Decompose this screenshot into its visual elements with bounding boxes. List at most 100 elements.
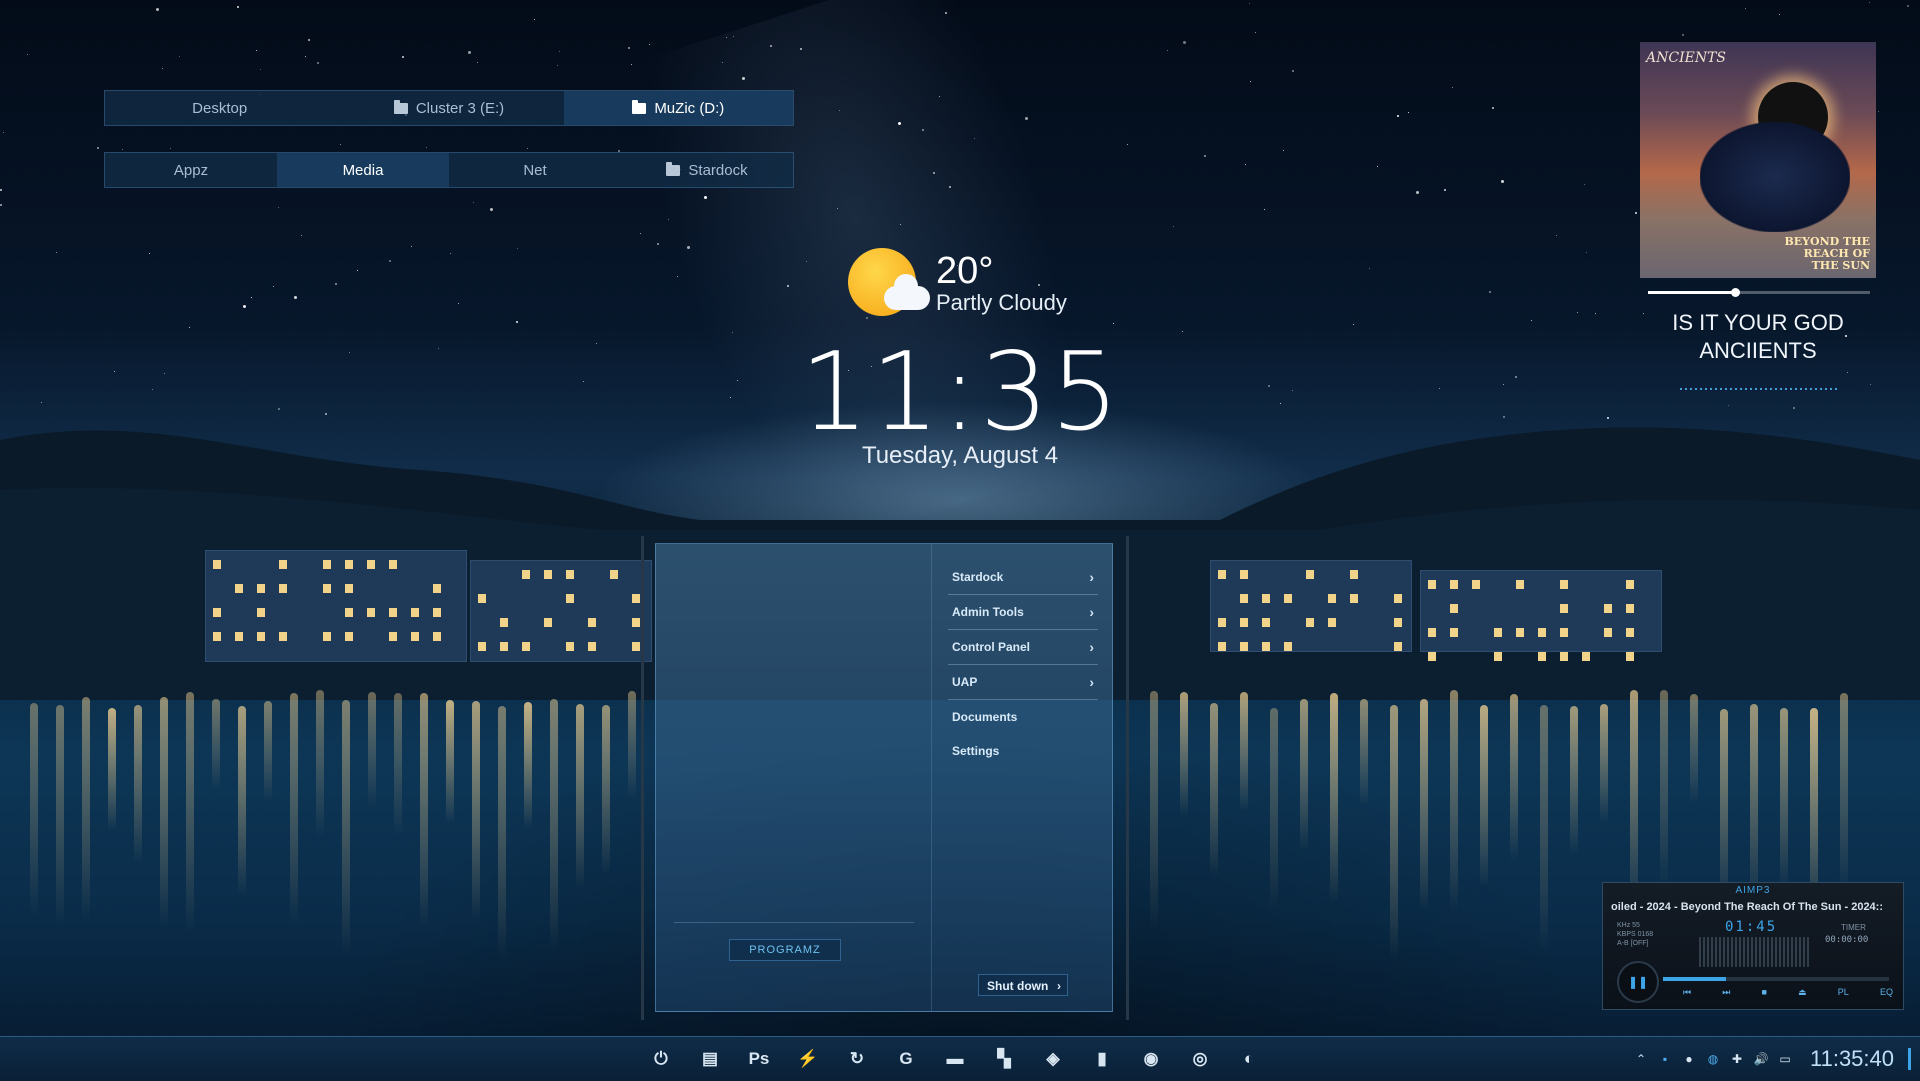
chrome-icon[interactable]: ◎ — [1189, 1048, 1211, 1070]
window-light — [323, 632, 331, 641]
menu-item[interactable]: Documents — [948, 700, 1098, 734]
photoshop-icon[interactable]: Ps — [748, 1048, 770, 1070]
aimp-control-button[interactable]: EQ — [1880, 987, 1893, 998]
window-light — [1604, 604, 1612, 613]
track-progress[interactable] — [1648, 288, 1870, 297]
menu-item[interactable]: Settings — [948, 734, 1098, 768]
aimp-control-button[interactable]: ⏭ — [1722, 987, 1730, 998]
window-light — [1262, 618, 1270, 627]
star — [1292, 390, 1293, 391]
star — [0, 189, 2, 191]
aimp-control-button[interactable]: PL — [1838, 987, 1849, 998]
window-light — [1450, 604, 1458, 613]
light-reflection — [1240, 692, 1248, 812]
star — [1595, 313, 1596, 314]
star — [402, 56, 404, 58]
light-reflection — [1180, 692, 1188, 816]
show-desktop-button[interactable] — [1908, 1048, 1911, 1070]
menu-item[interactable]: UAP › — [948, 665, 1098, 700]
refresh-icon[interactable]: ↻ — [846, 1048, 868, 1070]
light-reflection — [264, 701, 272, 802]
tab-label: Desktop — [192, 99, 248, 117]
menu-item-label: Stardock — [952, 570, 1004, 584]
category-tab[interactable]: Appz — [105, 153, 277, 187]
light-reflection — [1480, 705, 1488, 887]
power-icon[interactable]: ⏻ — [650, 1048, 672, 1070]
drive-tab[interactable]: Desktop — [105, 91, 334, 125]
light-reflection — [1690, 694, 1698, 804]
star — [1173, 226, 1174, 227]
taskbar-clock[interactable]: 11:35:40 — [1810, 1046, 1894, 1072]
light-reflection — [368, 692, 376, 808]
menu-item-label: Admin Tools — [952, 605, 1024, 619]
window-light — [1218, 570, 1226, 579]
album-band-text: ANCIENTS — [1646, 50, 1727, 66]
aimp-seek-bar[interactable] — [1663, 977, 1889, 981]
volume-icon[interactable]: 🔊 — [1754, 1052, 1769, 1066]
star — [1204, 155, 1206, 157]
star — [301, 235, 302, 236]
star — [1377, 166, 1378, 167]
track-progress-knob[interactable] — [1730, 288, 1740, 297]
star — [933, 172, 935, 174]
aimp-info-line: A-B [OFF] — [1617, 940, 1649, 947]
window-light — [1494, 628, 1502, 637]
tool-icon[interactable]: ◈ — [1042, 1048, 1064, 1070]
drive-tab[interactable]: Cluster 3 (E:) — [334, 91, 563, 125]
star — [1439, 388, 1440, 389]
star — [517, 248, 518, 249]
divider — [674, 922, 914, 923]
network-globe-icon[interactable]: ● — [1682, 1052, 1696, 1066]
star — [677, 276, 678, 277]
menu-item[interactable]: Control Panel › — [948, 630, 1098, 665]
monitor-icon[interactable]: ▭ — [1778, 1052, 1792, 1066]
menu-item[interactable]: Admin Tools › — [948, 595, 1098, 630]
window-light — [1240, 618, 1248, 627]
window-light — [1240, 594, 1248, 603]
window-light — [566, 642, 574, 651]
file-manager-icon[interactable]: ▤ — [699, 1048, 721, 1070]
star — [468, 51, 471, 54]
shutdown-button[interactable]: Shut down › — [978, 974, 1068, 996]
window-light — [367, 560, 375, 569]
aimp-timer-value: 00:00:00 — [1825, 935, 1869, 945]
shutdown-label: Shut down — [987, 979, 1049, 993]
light-reflection — [420, 693, 428, 928]
star — [1264, 209, 1265, 210]
aimp-control-button[interactable]: ■ — [1762, 987, 1767, 998]
steam-icon[interactable]: ◍ — [1706, 1052, 1720, 1066]
lightning-icon[interactable]: ⚡ — [797, 1048, 819, 1070]
shield-icon[interactable]: ✚ — [1730, 1052, 1744, 1066]
aimp-control-button[interactable]: ⏮ — [1683, 987, 1691, 998]
programs-button[interactable]: PROGRAMZ — [729, 939, 841, 961]
pause-icon[interactable]: ❚❚ — [1617, 961, 1659, 1003]
drive-tab[interactable]: MuZic (D:) — [563, 91, 793, 125]
menu-item[interactable]: Stardock › — [948, 560, 1098, 595]
star — [1292, 70, 1294, 72]
aimp-control-button[interactable]: ⏏ — [1798, 987, 1807, 998]
category-tab[interactable]: Stardock — [621, 153, 793, 187]
chevron-right-icon: › — [1089, 674, 1094, 690]
category-tab[interactable]: Net — [449, 153, 621, 187]
light-reflection — [550, 699, 558, 950]
window-light — [610, 570, 618, 579]
star — [1167, 50, 1168, 51]
document-icon[interactable]: ▮ — [1091, 1048, 1113, 1070]
window-light — [632, 642, 640, 651]
window-light — [1218, 642, 1226, 651]
category-tab[interactable]: Media — [277, 153, 449, 187]
record-icon[interactable]: ◉ — [1140, 1048, 1162, 1070]
chevron-up-icon[interactable]: ⌃ — [1634, 1052, 1648, 1066]
firefox-icon[interactable]: ◐ — [1238, 1048, 1260, 1070]
window-light — [500, 618, 508, 627]
g-app-icon[interactable]: G — [895, 1048, 917, 1070]
album-art[interactable]: ANCIENTS BEYOND THE REACH OF THE SUN — [1640, 42, 1876, 278]
star — [657, 243, 659, 245]
app-tray-icon[interactable]: ▪ — [1658, 1052, 1672, 1066]
building — [205, 550, 467, 662]
folder-icon[interactable]: ▬ — [944, 1048, 966, 1070]
clapper-icon[interactable]: ▚ — [993, 1048, 1015, 1070]
window-light — [257, 632, 265, 641]
aimp-track: oiled - 2024 - Beyond The Reach Of The S… — [1611, 901, 1884, 913]
light-reflection — [1270, 708, 1278, 911]
